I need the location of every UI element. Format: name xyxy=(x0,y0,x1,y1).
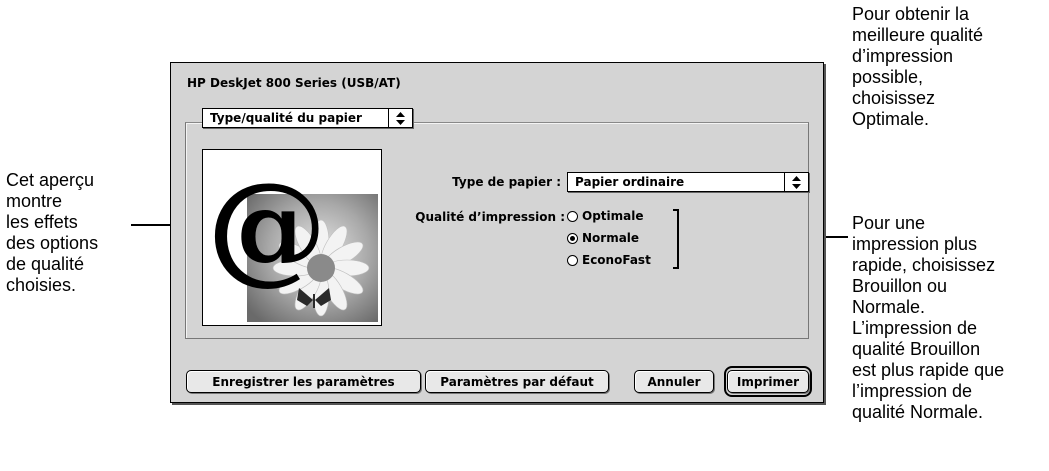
panel-select-value: Type/qualité du papier xyxy=(210,111,362,125)
callout-line: d’impression xyxy=(852,46,954,66)
quality-option-econofast[interactable]: EconoFast xyxy=(567,253,651,267)
callout-best-quality: Pour obtenir la meilleure qualité d’impr… xyxy=(852,4,983,130)
callout-line: Pour une xyxy=(852,213,926,233)
callout-line: les effets xyxy=(6,212,78,232)
updown-arrows-icon xyxy=(388,109,412,127)
preview-illustration: @ xyxy=(207,156,378,322)
quality-option-label: Normale xyxy=(582,231,640,245)
callout-line: montre xyxy=(6,191,63,211)
default-settings-button[interactable]: Paramètres par défaut xyxy=(425,370,609,393)
quality-option-label: Optimale xyxy=(582,209,644,223)
print-preview-image: @ xyxy=(202,149,382,326)
callout-line: qualité Normale. xyxy=(852,402,984,422)
at-symbol: @ xyxy=(207,156,327,297)
print-button[interactable]: Imprimer xyxy=(727,370,809,393)
print-dialog: HP DeskJet 800 Series (USB/AT) Type/qual… xyxy=(170,62,824,403)
callout-line: choisissez xyxy=(852,88,936,108)
callout-fast-printing: Pour une impression plus rapide, choisis… xyxy=(852,213,1004,423)
save-settings-button[interactable]: Enregistrer les paramètres xyxy=(186,370,421,393)
callout-line: L’impression de xyxy=(852,318,978,338)
callout-line: est plus rapide que xyxy=(852,360,1005,380)
radio-button[interactable] xyxy=(567,210,578,222)
quality-option-optimale[interactable]: Optimale xyxy=(567,209,644,223)
callout-preview-description: Cet aperçu montre les effets des options… xyxy=(6,170,98,296)
callout-line: rapide, choisissez xyxy=(852,255,996,275)
quality-option-label: EconoFast xyxy=(582,253,651,267)
callout-line: Normale. xyxy=(852,297,926,317)
callout-line: Optimale. xyxy=(852,109,930,129)
callout-line: possible, xyxy=(852,67,924,87)
callout-line: meilleure qualité xyxy=(852,25,984,45)
panel-select-menu[interactable]: Type/qualité du papier xyxy=(202,108,413,128)
callout-line: Pour obtenir la xyxy=(852,4,970,24)
radio-button-selected[interactable] xyxy=(567,232,578,244)
quality-option-normale[interactable]: Normale xyxy=(567,231,639,245)
callout-line: qualité Brouillon xyxy=(852,339,981,359)
callout-line: choisies. xyxy=(6,275,77,295)
paper-type-value: Papier ordinaire xyxy=(575,175,685,189)
updown-arrows-icon xyxy=(784,173,808,191)
callout-line: des options xyxy=(6,233,99,253)
printer-name: HP DeskJet 800 Series (USB/AT) xyxy=(187,76,401,90)
quality-options-bracket xyxy=(673,209,679,269)
cancel-button[interactable]: Annuler xyxy=(634,370,714,393)
callout-line: l’impression de xyxy=(852,381,973,401)
radio-button[interactable] xyxy=(567,254,578,266)
callout-line: de qualité xyxy=(6,254,85,274)
print-quality-label: Qualité d’impression : xyxy=(415,210,565,224)
paper-type-select[interactable]: Papier ordinaire xyxy=(567,172,809,192)
callout-line: impression plus xyxy=(852,234,978,254)
callout-line: Cet aperçu xyxy=(6,170,95,190)
paper-type-label: Type de papier : xyxy=(452,175,561,189)
callout-line: Brouillon ou xyxy=(852,276,948,296)
